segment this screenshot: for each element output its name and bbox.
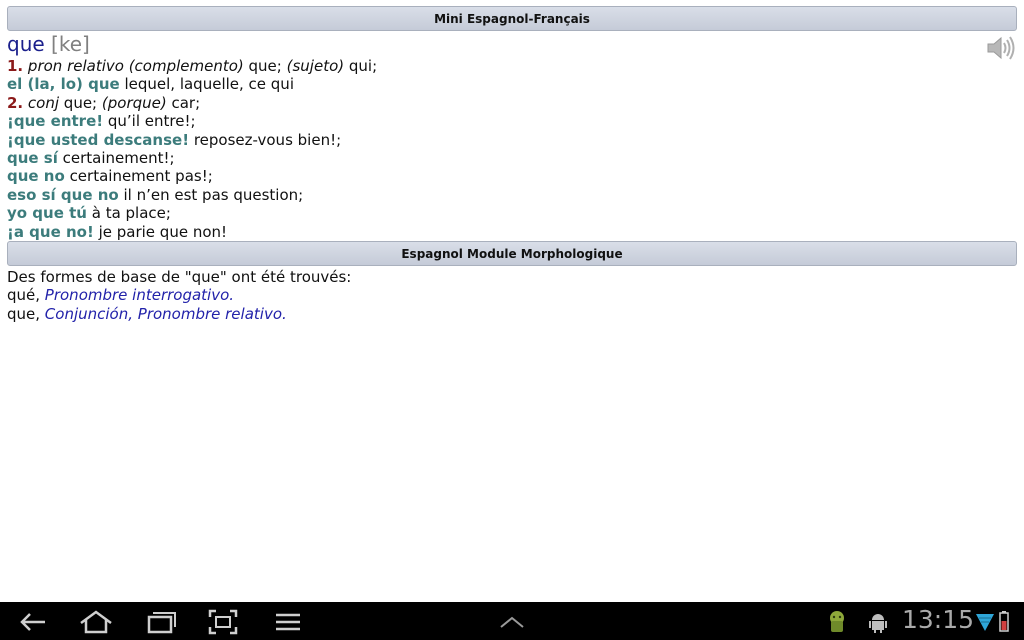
morph-row: qué, Pronombre interrogativo.: [7, 286, 351, 304]
morphology-intro: Des formes de base de "que" ont été trou…: [7, 268, 352, 286]
notification-app-icon[interactable]: [826, 609, 848, 635]
morph-link[interactable]: Pronombre interrogativo.: [45, 286, 234, 304]
example-phrase: yo que tú: [7, 204, 87, 223]
headword: que: [7, 32, 45, 56]
clock: 13:15: [902, 605, 975, 634]
base-form: que,: [7, 304, 45, 323]
system-navigation-bar: [0, 602, 1024, 640]
example-line: que sí certainement!;: [7, 149, 377, 167]
back-icon[interactable]: [18, 609, 48, 635]
chevron-up-icon[interactable]: [498, 609, 526, 635]
translation: car;: [166, 93, 201, 112]
example-translation: à ta place;: [86, 204, 171, 223]
entry-body: 1. pron relativo (complemento) que; (suj…: [7, 57, 377, 241]
usage-label: (porque): [101, 93, 167, 112]
example-phrase: el (la, lo) que: [7, 75, 120, 94]
example-translation: lequel, laquelle, ce qui: [119, 75, 294, 94]
example-line: el (la, lo) que lequel, laquelle, ce qui: [7, 75, 377, 93]
pronunciation: [ke]: [51, 32, 90, 56]
usage-label: (sujeto): [286, 57, 345, 75]
example-translation: il n’en est pas question;: [118, 185, 304, 204]
example-line: yo que tú à ta place;: [7, 204, 377, 222]
sense-1: 1. pron relativo (complemento) que; (suj…: [7, 57, 377, 75]
part-of-speech: pron relativo (complemento): [27, 57, 244, 75]
example-phrase: ¡que usted descanse!: [7, 130, 190, 149]
translation: que;: [59, 93, 102, 112]
example-line: ¡que entre! qu’il entre!;: [7, 112, 377, 130]
part-of-speech: conj: [27, 93, 60, 112]
translation: que;: [243, 57, 287, 75]
example-translation: certainement pas!;: [64, 167, 213, 186]
example-translation: certainement!;: [57, 149, 175, 168]
recent-apps-icon[interactable]: [145, 609, 177, 635]
example-line: ¡que usted descanse! reposez-vous bien!;: [7, 131, 377, 149]
menu-icon[interactable]: [274, 609, 302, 635]
sense-number: 1.: [7, 57, 24, 75]
example-line: que no certainement pas!;: [7, 167, 377, 185]
morphology-body: Des formes de base de "que" ont été trou…: [7, 268, 351, 323]
sense-2: 2. conj que; (porque) car;: [7, 94, 377, 112]
example-phrase: eso sí que no: [7, 185, 119, 204]
android-icon[interactable]: [868, 609, 888, 635]
battery-icon: [999, 611, 1009, 632]
home-icon[interactable]: [78, 609, 114, 635]
wifi-icon: [976, 614, 994, 631]
example-phrase: ¡a que no!: [7, 222, 94, 241]
dictionary-header[interactable]: Mini Espagnol-Français: [7, 6, 1017, 31]
speaker-icon[interactable]: [986, 34, 1016, 62]
example-phrase: ¡que entre!: [7, 112, 104, 131]
morph-link[interactable]: Conjunción, Pronombre relativo.: [45, 305, 287, 323]
example-line: ¡a que no! je parie que non!: [7, 223, 377, 241]
translation: qui;: [344, 57, 378, 75]
example-phrase: que no: [7, 167, 65, 186]
headword-line: que [ke]: [7, 32, 90, 56]
screenshot-icon[interactable]: [208, 609, 238, 635]
morph-row: que, Conjunción, Pronombre relativo.: [7, 305, 351, 323]
example-translation: qu’il entre!;: [103, 112, 196, 131]
example-translation: je parie que non!: [93, 222, 228, 241]
sense-number: 2.: [7, 93, 24, 112]
example-line: eso sí que no il n’en est pas question;: [7, 186, 377, 204]
base-form: qué,: [7, 286, 45, 305]
example-phrase: que sí: [7, 149, 58, 168]
morphology-header[interactable]: Espagnol Module Morphologique: [7, 241, 1017, 266]
example-translation: reposez-vous bien!;: [189, 130, 342, 149]
